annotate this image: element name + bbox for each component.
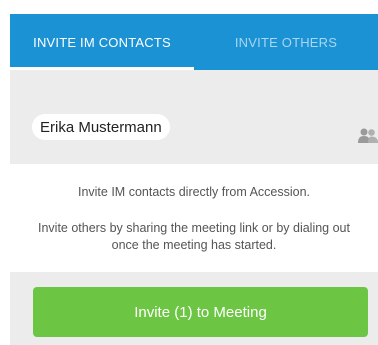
contact-chip[interactable]: Erika Mustermann (32, 114, 170, 140)
info-text-panel: Invite IM contacts directly from Accessi… (10, 164, 378, 272)
invite-to-meeting-button[interactable]: Invite (1) to Meeting (33, 287, 368, 337)
tab-bar: INVITE IM CONTACTS INVITE OTHERS (10, 14, 378, 70)
info-others-text: Invite others by sharing the meeting lin… (38, 221, 350, 252)
action-bar: Invite (1) to Meeting (10, 272, 378, 345)
recipient-input-area[interactable]: Erika Mustermann (10, 70, 378, 164)
contact-chip-label: Erika Mustermann (40, 118, 162, 136)
invite-button-label: Invite (1) to Meeting (134, 303, 267, 321)
contacts-icon[interactable] (358, 128, 378, 144)
tab-invite-im-contacts[interactable]: INVITE IM CONTACTS (10, 14, 194, 70)
invite-dialog: INVITE IM CONTACTS INVITE OTHERS Erika M… (0, 0, 378, 345)
contacts-icon-svg (358, 128, 378, 143)
info-im-contacts-text: Invite IM contacts directly from Accessi… (77, 185, 311, 199)
tab-invite-others[interactable]: INVITE OTHERS (194, 14, 378, 70)
